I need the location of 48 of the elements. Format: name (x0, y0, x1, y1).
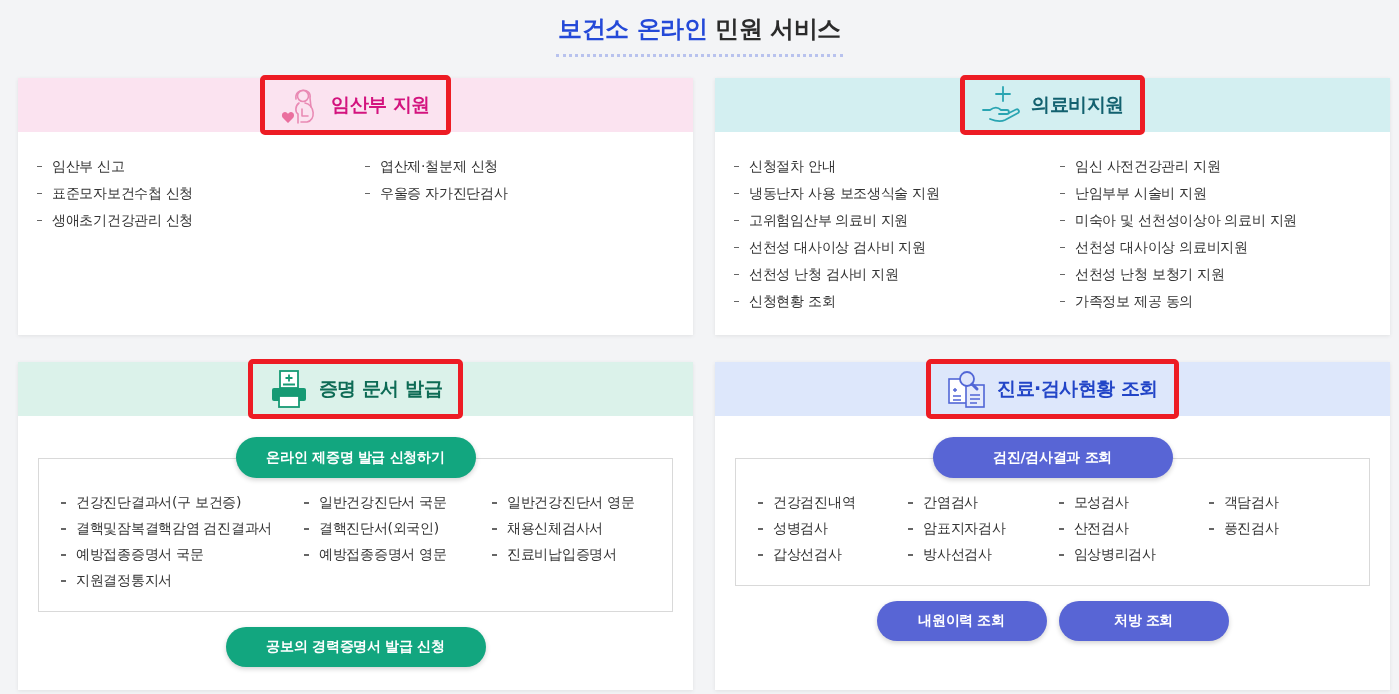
service-link[interactable]: 우울증 자가진단검사 (365, 182, 508, 203)
service-link[interactable]: 미숙아 및 선천성이상아 의료비 지원 (1060, 209, 1298, 230)
action-button[interactable]: 처방 조회 (1058, 601, 1229, 641)
service-link[interactable]: 건강검진내역 (758, 492, 856, 512)
service-link[interactable]: 표준모자보건수첩 신청 (37, 182, 194, 203)
service-link[interactable]: 결핵및잠복결핵감염 검진결과서 (61, 518, 272, 538)
service-link[interactable]: 선천성 난청 보청기 지원 (1060, 263, 1225, 284)
service-link[interactable]: 난임부부 시술비 지원 (1060, 182, 1207, 203)
service-link[interactable]: 냉동난자 사용 보조생식술 지원 (734, 182, 940, 203)
page-title: 보건소 온라인 민원 서비스 (556, 13, 843, 57)
service-link[interactable]: 예방접종증명서 국문 (61, 544, 204, 564)
service-link[interactable]: 풍진검사 (1208, 518, 1279, 538)
service-link[interactable]: 결핵진단서(외국인) (304, 518, 439, 538)
service-link[interactable]: 고위험임산부 의료비 지원 (734, 209, 908, 230)
service-link[interactable]: 선천성 대사이상 의료비지원 (1060, 236, 1248, 257)
service-link[interactable]: 진료비납입증명서 (492, 544, 617, 564)
service-link[interactable]: 임신 사전건강관리 지원 (1060, 155, 1221, 176)
service-link[interactable]: 지원결정통지서 (61, 570, 172, 590)
service-link[interactable]: 엽산제·철분제 신청 (365, 155, 498, 176)
service-link[interactable]: 객담검사 (1208, 492, 1279, 512)
service-link[interactable]: 방사선검사 (908, 544, 992, 564)
service-link[interactable]: 가족정보 제공 동의 (1060, 290, 1193, 311)
service-link[interactable]: 신청현황 조회 (734, 290, 836, 311)
service-link[interactable]: 암표지자검사 (908, 518, 1006, 538)
service-link[interactable]: 모성검사 (1058, 492, 1129, 512)
action-button[interactable]: 내원이력 조회 (876, 601, 1047, 641)
service-link[interactable]: 예방접종증명서 영문 (304, 544, 447, 564)
service-link[interactable]: 생애초기건강관리 신청 (37, 209, 194, 230)
card-title: 임산부 지원 (331, 92, 430, 117)
service-link[interactable]: 산전검사 (1058, 518, 1129, 538)
service-link[interactable]: 일반건강진단서 국문 (304, 492, 447, 512)
service-link[interactable]: 임상병리검사 (1058, 544, 1156, 564)
service-link[interactable]: 갑상선검사 (758, 544, 842, 564)
service-link[interactable]: 건강진단결과서(구 보건증) (61, 492, 242, 512)
card-title: 증명 문서 발급 (318, 376, 443, 401)
documents-magnifier-icon (947, 369, 988, 409)
service-link[interactable]: 선천성 대사이상 검사비 지원 (734, 236, 926, 257)
card-title: 진료·검사현황 조회 (997, 376, 1158, 401)
service-link[interactable]: 일반건강진단서 영문 (492, 492, 635, 512)
service-link[interactable]: 신청절차 안내 (734, 155, 836, 176)
service-link[interactable]: 간염검사 (908, 492, 979, 512)
action-button[interactable]: 검진/검사결과 조회 (932, 437, 1173, 478)
card-title: 의료비지원 (1031, 92, 1124, 117)
service-link[interactable]: 임산부 신고 (37, 155, 125, 176)
hand-with-plus-icon (981, 85, 1022, 125)
service-link[interactable]: 선천성 난청 검사비 지원 (734, 263, 899, 284)
service-link[interactable]: 채용신체검사서 (492, 518, 603, 538)
service-link[interactable]: 성병검사 (758, 518, 828, 538)
